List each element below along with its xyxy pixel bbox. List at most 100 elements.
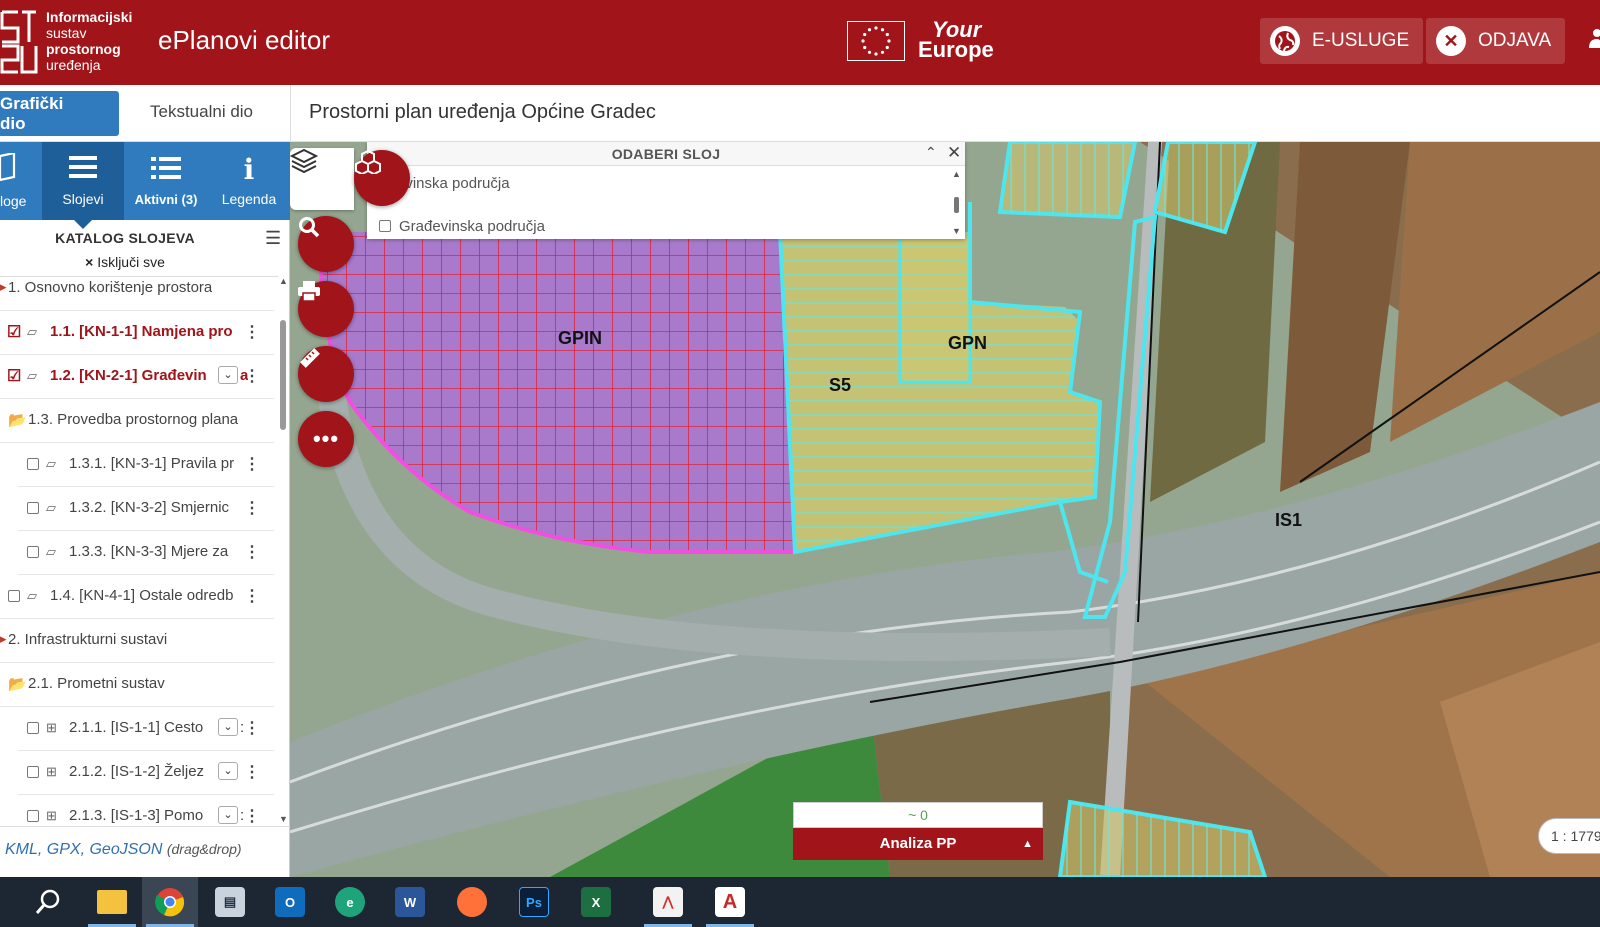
grid-icon: ⊞: [46, 720, 57, 735]
sidebar-tab-podloge[interactable]: loge: [0, 142, 42, 220]
tree-group-row[interactable]: ▸ 2. Infrastrukturni sustavi: [0, 619, 274, 663]
layers-button[interactable]: [290, 148, 354, 210]
tree-layer-row[interactable]: ⊞ 2.1.2. [IS-1-2] Željez ⌄ ⋮: [18, 751, 274, 795]
checkbox[interactable]: [379, 220, 391, 232]
tree-group-row[interactable]: ▸ 1. Osnovno korištenje prostora: [0, 277, 274, 311]
chevron-down-icon[interactable]: ⌄: [218, 718, 238, 736]
sidebar-tab-slojevi[interactable]: Slojevi: [42, 142, 124, 220]
cubes-icon: [355, 150, 381, 174]
tree-scroll-thumb[interactable]: [280, 320, 286, 430]
sidebar-tab-label: Slojevi: [62, 191, 104, 207]
scroll-down-icon[interactable]: ▼: [279, 814, 288, 824]
tree-layer-row[interactable]: ⊞ 2.1.3. [IS-1-3] Pomo ⌄ : ⋮: [18, 795, 274, 826]
tree-layer-row[interactable]: ▱ 1.3.1. [KN-3-1] Pravila pr ⋮: [18, 443, 274, 487]
odjava-button[interactable]: ✕ ODJAVA: [1426, 18, 1566, 64]
more-button[interactable]: •••: [298, 411, 354, 467]
tree-layer-row[interactable]: ⊞ 2.1.1. [IS-1-1] Cesto ⌄ : ⋮: [18, 707, 274, 751]
taskbar-chrome[interactable]: [142, 877, 198, 927]
layer-shape-icon: ▱: [27, 324, 37, 339]
taskbar-edge[interactable]: e: [322, 877, 378, 927]
sidebar-tab-legenda[interactable]: i Legenda: [208, 142, 290, 220]
scale-indicator[interactable]: 1 : 1779: [1538, 818, 1600, 854]
file-drop-zone[interactable]: KML, GPX, GeoJSON (drag&drop): [0, 826, 290, 877]
more-vertical-icon[interactable]: ⋮: [244, 454, 260, 474]
e-usluge-button[interactable]: E-USLUGE: [1260, 18, 1424, 64]
more-vertical-icon[interactable]: ⋮: [244, 498, 260, 518]
panel-scroll-thumb[interactable]: [954, 197, 959, 213]
checkbox[interactable]: [27, 810, 39, 822]
iskljuci-sve-button[interactable]: × Isključi sve: [0, 254, 250, 270]
tab-graficki-dio[interactable]: Grafički dio: [0, 91, 119, 136]
active-tab-notch: [74, 220, 92, 229]
tree-folder-row[interactable]: 📂 2.1. Prometni sustav: [0, 663, 274, 707]
more-vertical-icon[interactable]: ⋮: [244, 806, 260, 826]
taskbar: ▤ O e W Ps X ⋀ A: [0, 877, 1600, 927]
taskbar-acrobat[interactable]: A: [702, 877, 758, 927]
more-vertical-icon[interactable]: ⋮: [244, 542, 260, 562]
your-europe-logo[interactable]: Your Europe: [918, 19, 994, 61]
scroll-down-icon[interactable]: ▼: [952, 226, 961, 236]
map-canvas[interactable]: GPIN GPN S5 IS1 ODABERI SLOJ ⌃ ✕ evinska…: [290, 142, 1600, 877]
search-button[interactable]: [298, 216, 354, 272]
ispu-logo-icon[interactable]: [0, 8, 40, 74]
taskbar-app[interactable]: ▤: [202, 877, 258, 927]
more-vertical-icon[interactable]: ⋮: [244, 718, 260, 738]
globe-icon: [1270, 26, 1300, 56]
sidebar-tab-aktivni[interactable]: Aktivni (3): [124, 142, 208, 220]
close-icon[interactable]: ✕: [947, 143, 961, 163]
taskbar-outlook[interactable]: O: [262, 877, 318, 927]
layer-option[interactable]: Građevinska područja: [379, 218, 545, 235]
scroll-up-icon[interactable]: ▲: [279, 276, 288, 286]
print-button[interactable]: [298, 281, 354, 337]
tree-label: 1.4. [KN-4-1] Ostale odredb: [50, 587, 234, 604]
checkbox[interactable]: [27, 766, 39, 778]
e-usluge-label: E-USLUGE: [1312, 30, 1410, 51]
odaberi-sloj-panel: ODABERI SLOJ ⌃ ✕ evinska područja Građev…: [367, 142, 965, 239]
cubes-button[interactable]: [354, 150, 410, 206]
tree-layer-row[interactable]: ▱ 1.4. [KN-4-1] Ostale odredb ⋮: [0, 575, 274, 619]
tab-tekstualni-dio[interactable]: Tekstualni dio: [150, 102, 253, 122]
more-vertical-icon[interactable]: ⋮: [244, 762, 260, 782]
checked-icon[interactable]: ☑: [7, 366, 21, 386]
layer-shape-icon: ▱: [27, 368, 37, 383]
more-vertical-icon[interactable]: ⋮: [244, 586, 260, 606]
taskbar-search[interactable]: [20, 877, 76, 927]
checkbox[interactable]: [27, 722, 39, 734]
catalog-menu-icon[interactable]: ☰: [265, 228, 281, 249]
taskbar-word[interactable]: W: [382, 877, 438, 927]
chevron-down-icon[interactable]: ⌄: [218, 366, 238, 384]
taskbar-photoshop[interactable]: Ps: [506, 877, 562, 927]
taskbar-excel[interactable]: X: [568, 877, 624, 927]
tree-layer-row[interactable]: ☑ ▱ 1.2. [KN-2-1] Građevin ⌄ a ⋮: [0, 355, 274, 399]
taskbar-file-explorer[interactable]: [84, 877, 140, 927]
tree-layer-row[interactable]: ▱ 1.3.2. [KN-3-2] Smjernic ⋮: [18, 487, 274, 531]
measure-button[interactable]: [298, 346, 354, 402]
analiza-pp-button[interactable]: Analiza PP ▲: [793, 828, 1043, 860]
collapse-icon[interactable]: ⌃: [925, 144, 937, 161]
checkbox[interactable]: [8, 590, 20, 602]
more-vertical-icon[interactable]: ⋮: [244, 366, 260, 386]
taskbar-pdf[interactable]: ⋀: [640, 877, 696, 927]
sidebar: loge Slojevi Aktivni (3) i Legenda KATAL…: [0, 142, 290, 877]
kml-formats: KML, GPX, GeoJSON: [5, 841, 163, 858]
checkbox[interactable]: [27, 546, 39, 558]
chevron-down-icon[interactable]: ⌄: [218, 762, 238, 780]
tree-layer-row[interactable]: ▱ 1.3.3. [KN-3-3] Mjere za ⋮: [18, 531, 274, 575]
search-icon: [299, 217, 320, 238]
layer-option-partial[interactable]: evinska područja: [397, 175, 510, 192]
taskbar-firefox[interactable]: [444, 877, 500, 927]
tree-label: 1.3.1. [KN-3-1] Pravila pr: [69, 455, 235, 472]
user-icon[interactable]: [1588, 28, 1600, 48]
checked-icon[interactable]: ☑: [7, 322, 21, 342]
excel-icon: X: [581, 887, 611, 917]
scroll-up-icon[interactable]: ▲: [952, 169, 961, 179]
checkbox[interactable]: [27, 458, 39, 470]
checkbox[interactable]: [27, 502, 39, 514]
tree-folder-row[interactable]: 📂 1.3. Provedba prostornog plana: [0, 399, 274, 443]
eu-flag-icon[interactable]: [847, 21, 905, 61]
tree-label: 2.1. Prometni sustav: [28, 675, 165, 692]
chevron-down-icon[interactable]: ⌄: [218, 806, 238, 824]
sidebar-tab-label: Legenda: [221, 191, 277, 207]
more-vertical-icon[interactable]: ⋮: [244, 322, 260, 342]
tree-layer-row[interactable]: ☑ ▱ 1.1. [KN-1-1] Namjena pro ⋮: [0, 311, 274, 355]
